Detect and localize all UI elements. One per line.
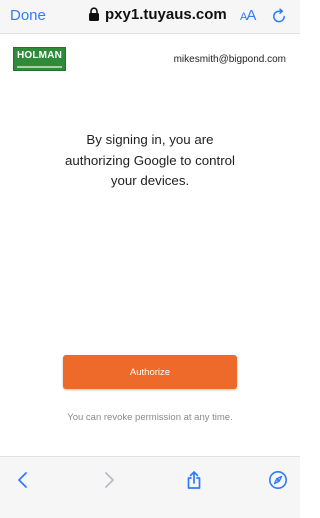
lock-icon — [89, 7, 99, 21]
logo-tagline-bar — [17, 66, 62, 68]
reload-icon[interactable] — [271, 8, 287, 24]
message-line: By signing in, you are — [86, 132, 214, 147]
text-size-button[interactable]: AA — [240, 7, 256, 24]
back-icon[interactable] — [9, 466, 37, 494]
browser-bottom-toolbar — [0, 456, 300, 518]
account-email: mikesmith@bigpond.com — [173, 54, 286, 65]
logo-text: HOLMAN — [16, 50, 63, 61]
text-size-large-glyph: A — [246, 7, 256, 24]
compass-icon[interactable] — [264, 466, 292, 494]
authorization-message: By signing in, you are authorizing Googl… — [0, 130, 300, 192]
forward-icon[interactable] — [95, 466, 123, 494]
authorize-button[interactable]: Authorize — [63, 355, 237, 389]
message-line: your devices. — [110, 173, 190, 188]
share-icon[interactable] — [180, 466, 208, 494]
revoke-note: You can revoke permission at any time. — [67, 412, 233, 423]
url-text: pxy1.tuyaus.com — [105, 6, 227, 23]
holman-logo: HOLMAN — [13, 47, 66, 71]
message-line: authorizing Google to control — [64, 152, 235, 168]
address-bar[interactable]: pxy1.tuyaus.com — [88, 6, 227, 23]
done-button[interactable]: Done — [10, 7, 46, 24]
browser-top-bar: Done pxy1.tuyaus.com AA — [0, 0, 300, 34]
